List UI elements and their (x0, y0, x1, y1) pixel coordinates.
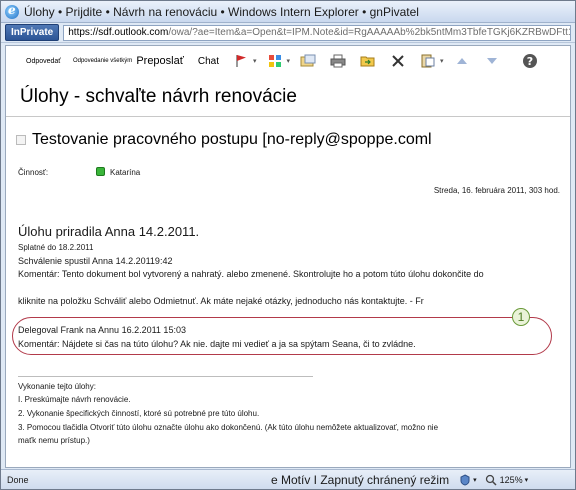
highlight-ellipse (12, 317, 552, 355)
delegated-line: Delegoval Frank na Annu 16.2.2011 15:03 (18, 325, 186, 335)
instruction-step-1: I. Preskúmajte návrh renovácie. (18, 395, 131, 404)
callout-number: 1 (512, 308, 530, 326)
protected-mode-icon[interactable] (459, 473, 471, 486)
divider (18, 376, 313, 377)
sender: Testovanie pracovného postupu [no-reply@… (32, 131, 432, 148)
instruction-step-2: 2. Vykonanie špecifických činností, ktor… (18, 409, 260, 418)
url-host: https://sdf.outlook.com (68, 27, 169, 38)
message-toolbar: Odpovedať Odpovedanie všetkým Preposlať … (6, 46, 570, 76)
print-icon[interactable] (330, 53, 346, 69)
status-icons: ▾ 125% ▾ (459, 473, 529, 486)
paste-move-icon[interactable] (420, 53, 436, 69)
instruction-step-3: 3. Pomocou tlačidla Otvoriť túto úlohu o… (18, 423, 439, 432)
help-icon[interactable]: ? (522, 53, 538, 69)
status-bar: Done e Motív I Zapnutý chránený režim ▾ … (1, 469, 575, 489)
browser-window: Úlohy • Prijdite • Návrh na renováciu • … (0, 0, 576, 490)
comment-line-2: kliknite na položku Schváliť alebo Odmie… (18, 296, 424, 306)
comment-line-1: Komentár: Tento dokument bol vytvorený a… (18, 269, 484, 279)
chevron-down-icon[interactable]: ▾ (473, 476, 477, 484)
security-zone: e Motív I Zapnutý chránený režim (271, 472, 450, 487)
divider (6, 116, 570, 117)
instructions-title: Vykonanie tejto úlohy: (18, 382, 96, 391)
chat-button[interactable]: Chat (198, 56, 219, 67)
due-date: Splatné do 18.2.2011 (18, 243, 94, 252)
zoom-icon[interactable] (485, 474, 497, 486)
page-title: Úlohy - schvaľte návrh renovácie (20, 86, 297, 107)
previous-item-icon[interactable] (454, 53, 470, 69)
internet-explorer-icon (5, 3, 19, 19)
chevron-down-icon[interactable]: ▾ (253, 57, 257, 65)
chevron-down-icon[interactable]: ▾ (525, 476, 529, 484)
activity-label: Činnosť: (18, 168, 49, 177)
address-bar: InPrivate https://sdf.outlook.com/owa/?a… (1, 23, 575, 43)
delete-icon[interactable] (390, 53, 406, 69)
forward-button[interactable]: Preposlať (136, 55, 184, 67)
window-title: Úlohy • Prijdite • Návrh na renováciu • … (24, 4, 419, 19)
chevron-down-icon[interactable]: ▾ (287, 57, 291, 65)
chevron-down-icon[interactable]: ▾ (440, 57, 444, 65)
activity-person[interactable]: Katarína (110, 168, 140, 177)
flag-icon[interactable] (233, 53, 249, 69)
sender-line: Testovanie pracovného postupu [no-reply@… (16, 131, 432, 149)
approval-started: Schválenie spustil Anna 14.2.20119:42 (18, 256, 173, 266)
categories-icon[interactable] (267, 53, 283, 69)
zoom-level[interactable]: 125% (500, 475, 523, 485)
instruction-step-3-cont: maťk nemu prístup.) (18, 436, 90, 445)
next-item-icon[interactable] (484, 53, 500, 69)
status-text: Done (7, 474, 29, 485)
inprivate-badge[interactable]: InPrivate (5, 24, 60, 41)
reply-all-button[interactable]: Odpovedanie všetkým (73, 58, 132, 64)
move-to-folder-icon[interactable] (300, 53, 316, 69)
reply-button[interactable]: Odpovedať (26, 58, 61, 65)
url-path: /owa/?ae=Item&a=Open&t=IPM.Note&id=RgAAA… (168, 27, 571, 38)
url-field[interactable]: https://sdf.outlook.com/owa/?ae=Item&a=O… (63, 24, 571, 41)
svg-text:?: ? (526, 55, 532, 68)
open-folder-icon[interactable] (360, 53, 376, 69)
delegated-comment: Komentár: Nájdete si čas na túto úlohu? … (18, 339, 416, 349)
message-flag-icon (16, 135, 26, 145)
sent-date: Streda, 16. februára 2011, 303 hod. (433, 186, 560, 195)
title-bar: Úlohy • Prijdite • Návrh na renováciu • … (1, 1, 575, 23)
presence-status-icon (96, 167, 105, 176)
message-content: Odpovedať Odpovedanie všetkým Preposlať … (5, 45, 571, 468)
assigned-heading: Úlohu priradila Anna 14.2.2011. (18, 224, 200, 239)
